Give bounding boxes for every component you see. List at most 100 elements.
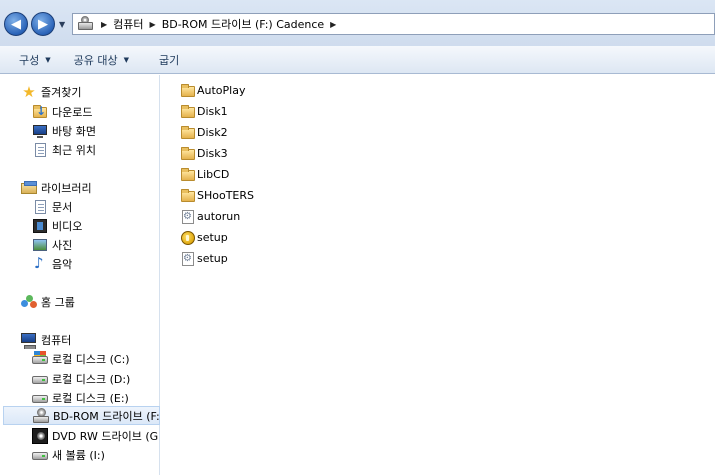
list-item[interactable]: setup <box>180 249 228 268</box>
nav-computer[interactable]: 컴퓨터 <box>0 330 160 349</box>
nav-item-drive-e[interactable]: 로컬 디스크 (E:) <box>0 388 160 407</box>
nav-label: 컴퓨터 <box>41 333 72 347</box>
breadcrumb-drive[interactable]: BD-ROM 드라이브 (F:) Cadence <box>162 16 324 32</box>
download-folder-icon: ↓ <box>32 104 48 120</box>
list-item[interactable]: Disk1 <box>180 102 228 121</box>
nav-item-recent[interactable]: 최근 위치 <box>0 140 160 159</box>
forward-button[interactable]: ▶ <box>31 12 55 36</box>
file-name: Disk2 <box>197 126 228 139</box>
windows-drive-icon <box>32 350 48 367</box>
breadcrumb-computer[interactable]: 컴퓨터 <box>113 16 143 32</box>
nav-label: 라이브러리 <box>41 181 92 195</box>
nav-item-music[interactable]: ♪ 음악 <box>0 254 160 273</box>
folder-icon <box>180 146 196 162</box>
back-button[interactable]: ◀ <box>4 12 28 36</box>
folder-icon <box>180 83 196 99</box>
hard-drive-icon <box>32 447 48 463</box>
share-with-label: 공유 대상 <box>73 53 118 67</box>
cd-drive-icon <box>77 16 95 32</box>
library-icon <box>21 180 37 196</box>
navigation-pane: ★ 즐겨찾기 ↓ 다운로드 바탕 화면 최근 위치 라이브러리 문서 비디오 사… <box>0 75 160 475</box>
picture-icon <box>32 237 48 253</box>
nav-label: 새 볼륨 (I:) <box>52 448 105 462</box>
folder-icon <box>180 104 196 120</box>
nav-label: 바탕 화면 <box>52 124 96 138</box>
nav-label: 문서 <box>52 200 73 214</box>
list-item[interactable]: LibCD <box>180 165 229 184</box>
nav-favorites[interactable]: ★ 즐겨찾기 <box>0 82 160 101</box>
command-bar: 구성 ▼ 공유 대상 ▼ 굽기 <box>0 46 715 74</box>
arrow-left-icon: ◀ <box>11 16 21 32</box>
file-name: Disk3 <box>197 147 228 160</box>
document-icon <box>32 199 48 215</box>
nav-label: 사진 <box>52 238 73 252</box>
folder-icon <box>180 188 196 204</box>
video-icon <box>32 218 48 234</box>
list-item[interactable]: setup <box>180 228 228 247</box>
nav-label: 최근 위치 <box>52 143 96 157</box>
chevron-down-icon: ▼ <box>123 55 130 64</box>
computer-icon <box>21 332 37 349</box>
share-with-button[interactable]: 공유 대상 ▼ <box>61 52 139 68</box>
arrow-right-icon: ▶ <box>38 16 48 32</box>
burn-label: 굽기 <box>159 53 180 67</box>
list-item[interactable]: autorun <box>180 207 240 226</box>
dvd-drive-icon <box>32 427 48 444</box>
file-name: Disk1 <box>197 105 228 118</box>
nav-label: 홈 그룹 <box>41 295 75 309</box>
homegroup-icon <box>21 294 37 310</box>
list-item[interactable]: Disk2 <box>180 123 228 142</box>
list-item[interactable]: Disk3 <box>180 144 228 163</box>
hard-drive-icon <box>32 390 48 406</box>
recent-pages-dropdown[interactable]: ▼ <box>59 20 69 29</box>
nav-item-drive-d[interactable]: 로컬 디스크 (D:) <box>0 369 160 388</box>
list-item[interactable]: AutoPlay <box>180 81 245 100</box>
cd-drive-icon <box>33 407 49 424</box>
nav-libraries[interactable]: 라이브러리 <box>0 178 160 197</box>
file-name: SHooTERS <box>197 189 255 202</box>
nav-item-drive-i[interactable]: 새 볼륨 (I:) <box>0 445 160 464</box>
nav-label: DVD RW 드라이브 (G <box>52 429 159 443</box>
settings-file-icon <box>180 209 196 225</box>
address-bar[interactable]: ▶ 컴퓨터 ▶ BD-ROM 드라이브 (F:) Cadence ▶ <box>72 13 715 35</box>
nav-item-desktop[interactable]: 바탕 화면 <box>0 121 160 140</box>
music-note-icon: ♪ <box>34 254 44 272</box>
nav-item-documents[interactable]: 문서 <box>0 197 160 216</box>
breadcrumb-separator-icon[interactable]: ▶ <box>330 20 336 29</box>
nav-label: 로컬 디스크 (E:) <box>52 391 129 405</box>
nav-item-drive-g[interactable]: DVD RW 드라이브 (G <box>0 426 160 445</box>
nav-item-drive-c[interactable]: 로컬 디스크 (C:) <box>0 349 160 368</box>
breadcrumb-separator-icon[interactable]: ▶ <box>150 20 156 29</box>
organize-label: 구성 <box>19 53 40 67</box>
folder-icon <box>180 167 196 183</box>
nav-label: 음악 <box>52 257 73 271</box>
chevron-down-icon: ▼ <box>59 20 66 29</box>
nav-label: 비디오 <box>52 219 83 233</box>
organize-button[interactable]: 구성 ▼ <box>0 52 61 68</box>
file-name: autorun <box>197 210 241 223</box>
breadcrumb-separator-icon[interactable]: ▶ <box>101 20 107 29</box>
nav-label: 다운로드 <box>52 105 93 119</box>
file-name: AutoPlay <box>197 84 246 97</box>
folder-icon <box>180 125 196 141</box>
address-bar-area: ◀ ▶ ▼ ▶ 컴퓨터 ▶ BD-ROM 드라이브 (F:) Cadence ▶ <box>0 0 715 46</box>
nav-item-downloads[interactable]: ↓ 다운로드 <box>0 102 160 121</box>
burn-button[interactable]: 굽기 <box>139 52 189 68</box>
nav-label: BD-ROM 드라이브 (F:) <box>53 409 160 423</box>
nav-label: 로컬 디스크 (D:) <box>52 372 131 386</box>
file-name: LibCD <box>197 168 230 181</box>
nav-item-pictures[interactable]: 사진 <box>0 235 160 254</box>
nav-label: 로컬 디스크 (C:) <box>52 352 130 366</box>
list-item[interactable]: SHooTERS <box>180 186 254 205</box>
star-icon: ★ <box>22 82 36 101</box>
settings-file-icon <box>180 251 196 267</box>
nav-item-drive-f[interactable]: BD-ROM 드라이브 (F:) <box>3 406 160 425</box>
chevron-down-icon: ▼ <box>45 55 51 64</box>
nav-label: 즐겨찾기 <box>41 85 82 99</box>
desktop-icon <box>32 123 48 139</box>
hard-drive-icon <box>32 371 48 387</box>
nav-homegroup[interactable]: 홈 그룹 <box>0 292 160 311</box>
nav-item-videos[interactable]: 비디오 <box>0 216 160 235</box>
file-name: setup <box>197 252 228 265</box>
file-name: setup <box>197 231 228 244</box>
